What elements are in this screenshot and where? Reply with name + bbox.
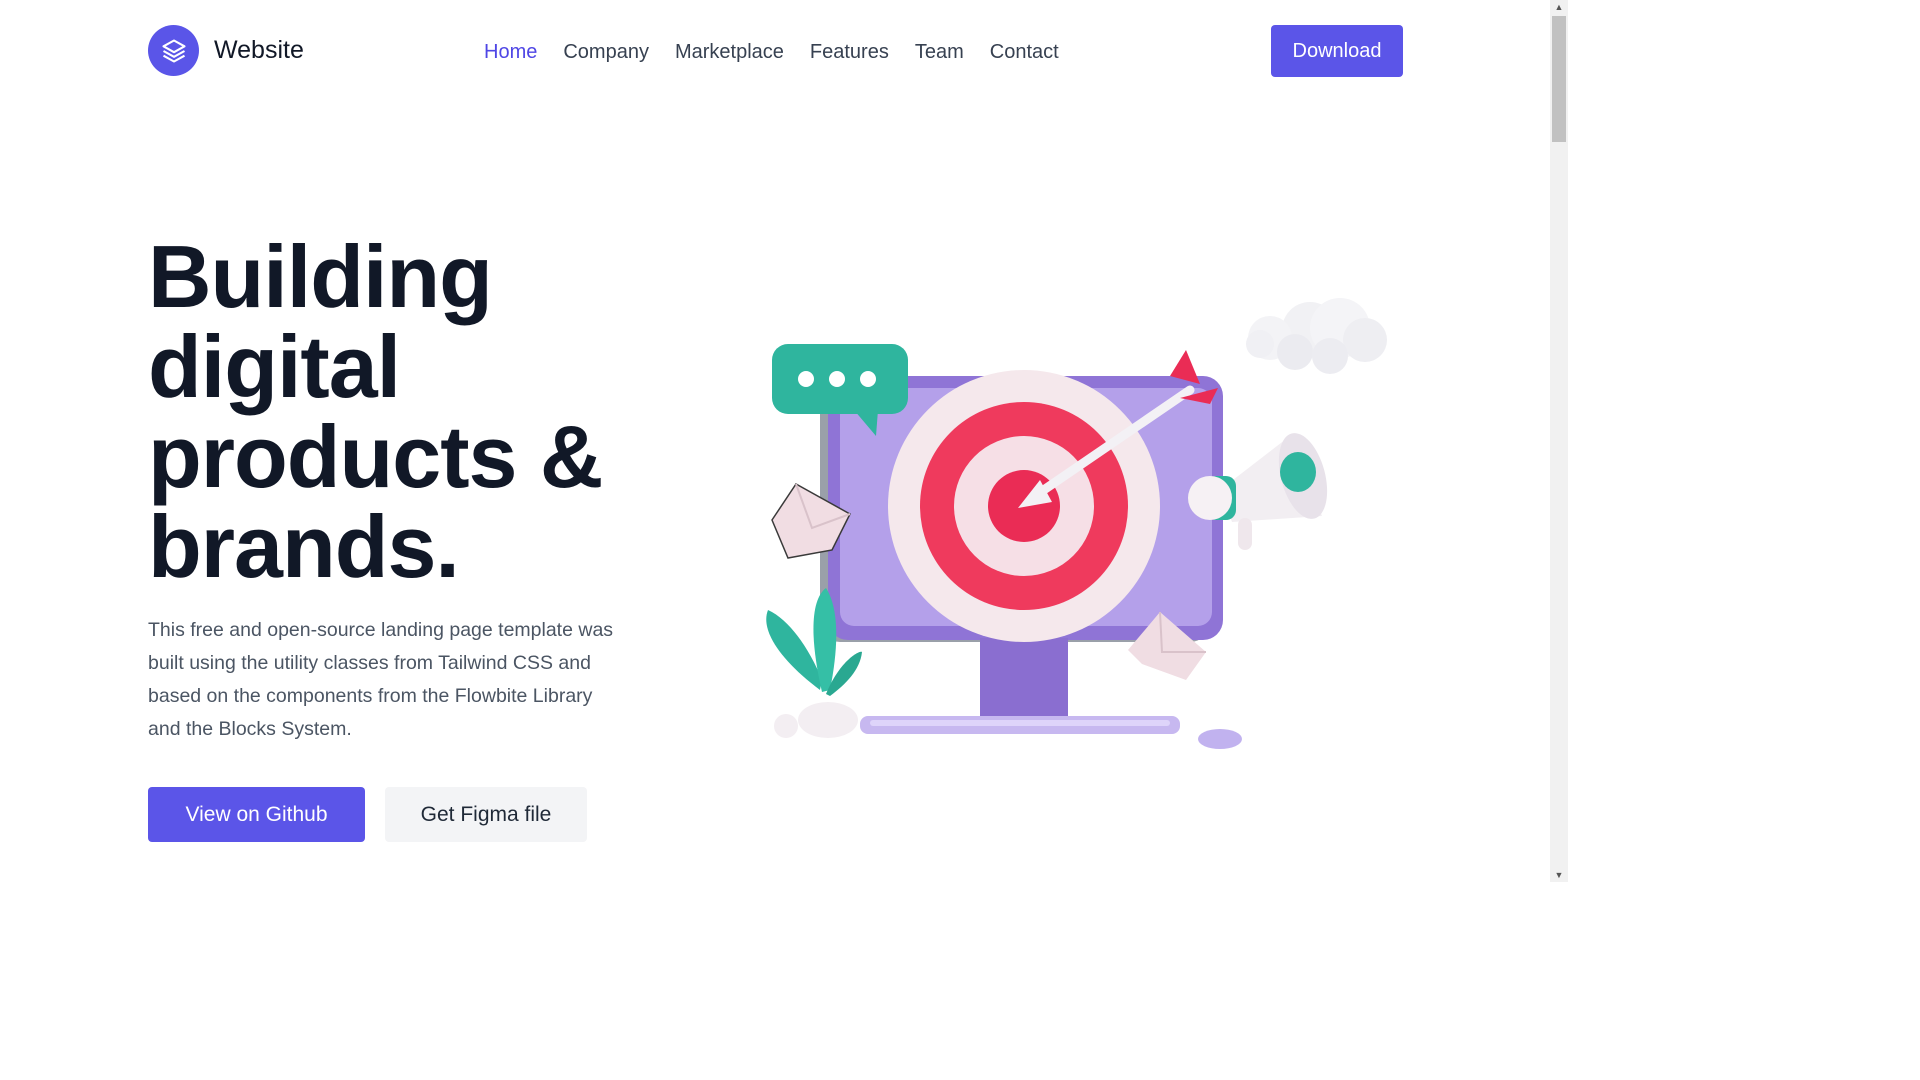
brand-logo[interactable]: Website [148,25,304,76]
nav-marketplace[interactable]: Marketplace [675,38,784,66]
nav-contact[interactable]: Contact [990,38,1059,66]
hero-title-line: Building [148,227,493,326]
scrollbar-thumb[interactable] [1552,16,1566,142]
nav-team[interactable]: Team [915,38,964,66]
hero-title-line: digital [148,317,401,416]
nav-home[interactable]: Home [484,38,537,66]
main-nav: Home Company Marketplace Features Team C… [484,38,1059,66]
vertical-scrollbar[interactable]: ▲ ▼ [1550,0,1568,882]
hero-illustration [766,298,1387,749]
hero-title: Building digital products & brands. [148,232,668,592]
hero-title-line: products & [148,407,603,506]
scroll-down-arrow-icon[interactable]: ▼ [1550,868,1568,882]
hero-description: This free and open-source landing page t… [148,619,614,740]
download-button[interactable]: Download [1271,25,1403,77]
landing-page: Website Home Company Marketplace Feature… [0,0,1550,882]
stack-layers-icon [148,25,199,76]
nav-features[interactable]: Features [810,38,889,66]
cloud-icon [1246,298,1387,374]
get-figma-file-button[interactable]: Get Figma file [385,787,587,842]
hero-title-line: brands. [148,497,460,596]
view-on-github-button[interactable]: View on Github [148,787,365,842]
scroll-up-arrow-icon[interactable]: ▲ [1550,0,1568,14]
brand-name: Website [214,36,304,64]
nav-company[interactable]: Company [563,38,649,66]
